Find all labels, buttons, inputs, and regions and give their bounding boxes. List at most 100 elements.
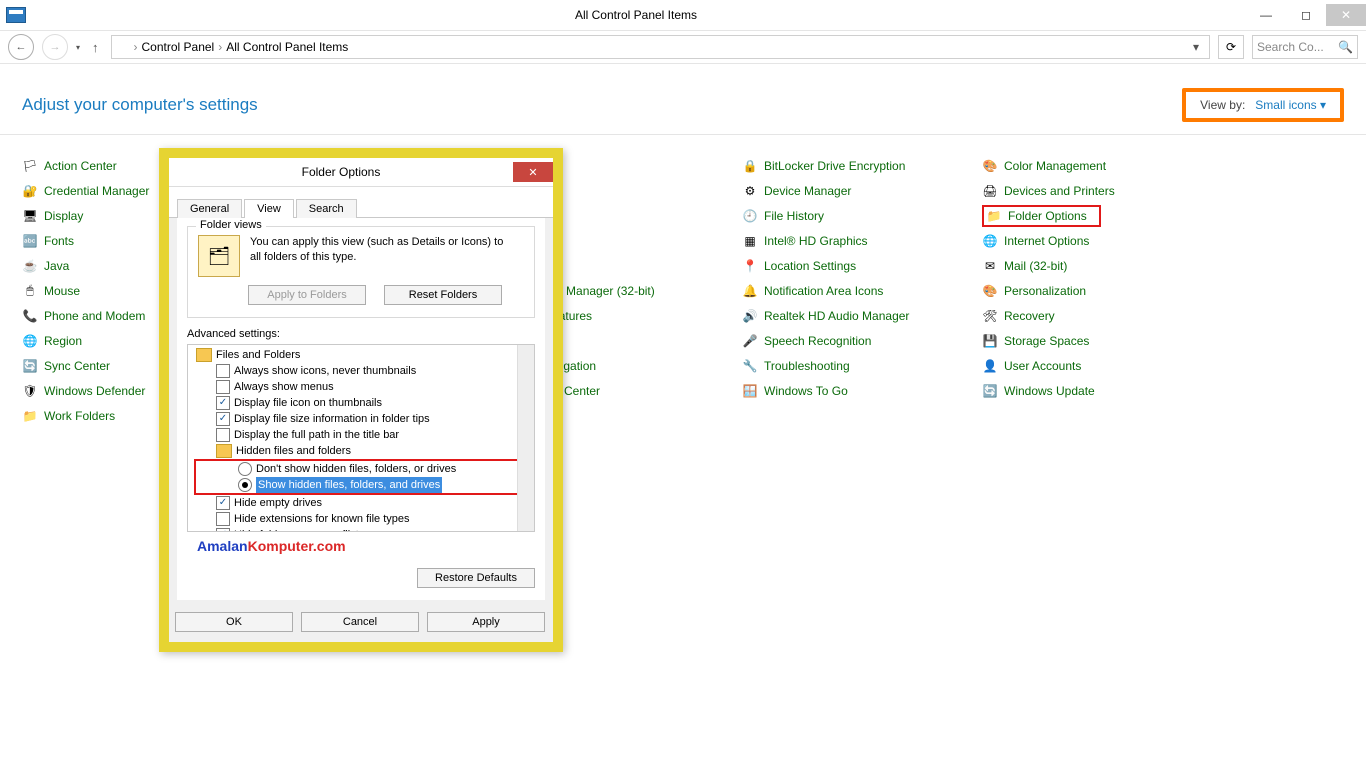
cp-link[interactable]: Troubleshooting <box>764 359 850 373</box>
tree-node-highlight[interactable]: Show hidden files, folders, and drives <box>194 477 534 495</box>
cp-item-intel-graphics[interactable]: ▦Intel® HD Graphics <box>742 228 982 253</box>
apply-to-folders-button[interactable]: Apply to Folders <box>248 285 366 305</box>
cp-item-troubleshooting[interactable]: 🔧Troubleshooting <box>742 353 982 378</box>
cp-item-folder-options[interactable]: 📁Folder Options <box>982 203 1222 228</box>
cp-link[interactable]: Device Manager <box>764 184 851 198</box>
refresh-button[interactable]: ⟳ <box>1218 35 1244 59</box>
reset-folders-button[interactable]: Reset Folders <box>384 285 502 305</box>
tab-general[interactable]: General <box>177 199 242 218</box>
cp-item-storage-spaces[interactable]: 💾Storage Spaces <box>982 328 1222 353</box>
close-button[interactable]: ✕ <box>1326 4 1366 26</box>
radio[interactable] <box>238 462 252 476</box>
cp-link[interactable]: Devices and Printers <box>1004 184 1115 198</box>
cp-link[interactable]: Windows To Go <box>764 384 848 398</box>
apply-button[interactable]: Apply <box>427 612 545 632</box>
cp-item-user-accounts[interactable]: 👤User Accounts <box>982 353 1222 378</box>
maximize-button[interactable]: ◻ <box>1286 4 1326 26</box>
up-button[interactable]: ↑ <box>88 40 103 55</box>
cp-item-realtek-audio[interactable]: 🔊Realtek HD Audio Manager <box>742 303 982 328</box>
tree-node[interactable]: Hide extensions for known file types <box>194 511 534 527</box>
tree-node[interactable]: Always show icons, never thumbnails <box>194 363 534 379</box>
cp-link[interactable]: File History <box>764 209 824 223</box>
cp-item-device-manager[interactable]: ⚙Device Manager <box>742 178 982 203</box>
address-bar[interactable]: › Control Panel › All Control Panel Item… <box>111 35 1210 59</box>
cp-item-windows-update[interactable]: 🔄Windows Update <box>982 378 1222 403</box>
cp-item-personalization[interactable]: 🎨Personalization <box>982 278 1222 303</box>
checkbox[interactable] <box>216 380 230 394</box>
tab-search[interactable]: Search <box>296 199 357 218</box>
cp-link[interactable]: Fonts <box>44 234 74 248</box>
tree-node[interactable]: Display file size information in folder … <box>194 411 534 427</box>
view-by-control[interactable]: View by: Small icons ▾ <box>1182 88 1344 122</box>
mouse-icon: 🖱 <box>22 283 38 299</box>
radio[interactable] <box>238 478 252 492</box>
checkbox[interactable] <box>216 512 230 526</box>
tree-node[interactable]: Display file icon on thumbnails <box>194 395 534 411</box>
tree-node[interactable]: Hide empty drives <box>194 495 534 511</box>
cp-link[interactable]: Credential Manager <box>44 184 149 198</box>
checkbox[interactable] <box>216 412 230 426</box>
tree-node[interactable]: Hide folder merge conflicts <box>194 527 534 532</box>
breadcrumb-root[interactable]: Control Panel <box>142 40 215 54</box>
cp-link[interactable]: BitLocker Drive Encryption <box>764 159 905 173</box>
scrollbar[interactable] <box>517 345 534 531</box>
cp-item-internet-options[interactable]: 🌐Internet Options <box>982 228 1222 253</box>
cp-link[interactable]: Speech Recognition <box>764 334 871 348</box>
cp-link[interactable]: Folder Options <box>1008 209 1087 223</box>
cp-link[interactable]: Color Management <box>1004 159 1106 173</box>
checkbox[interactable] <box>216 396 230 410</box>
checkbox[interactable] <box>216 496 230 510</box>
dialog-titlebar[interactable]: Folder Options ✕ <box>169 158 553 187</box>
forward-button[interactable]: → <box>42 34 68 60</box>
ok-button[interactable]: OK <box>175 612 293 632</box>
cp-link[interactable]: Recovery <box>1004 309 1055 323</box>
cp-item-speech[interactable]: 🎤Speech Recognition <box>742 328 982 353</box>
breadcrumb-current[interactable]: All Control Panel Items <box>226 40 348 54</box>
cp-link[interactable]: Location Settings <box>764 259 856 273</box>
cp-item-notification-icons[interactable]: 🔔Notification Area Icons <box>742 278 982 303</box>
cp-link[interactable]: Intel® HD Graphics <box>764 234 868 248</box>
cp-link[interactable]: Action Center <box>44 159 117 173</box>
checkbox[interactable] <box>216 428 230 442</box>
cp-item-devices-printers[interactable]: 🖨Devices and Printers <box>982 178 1222 203</box>
history-dropdown[interactable]: ▾ <box>76 43 80 52</box>
back-button[interactable]: ← <box>8 34 34 60</box>
cp-link[interactable]: Mail (32-bit) <box>1004 259 1067 273</box>
cp-item-bitlocker[interactable]: 🔒BitLocker Drive Encryption <box>742 153 982 178</box>
cp-item-location[interactable]: 📍Location Settings <box>742 253 982 278</box>
cp-link[interactable]: Realtek HD Audio Manager <box>764 309 909 323</box>
cp-link[interactable]: Sync Center <box>44 359 110 373</box>
cp-link[interactable]: Display <box>44 209 83 223</box>
cp-item-mail[interactable]: ✉Mail (32-bit) <box>982 253 1222 278</box>
tree-node[interactable]: Always show menus <box>194 379 534 395</box>
dialog-close-button[interactable]: ✕ <box>513 162 553 182</box>
cancel-button[interactable]: Cancel <box>301 612 419 632</box>
cp-item-color-management[interactable]: 🎨Color Management <box>982 153 1222 178</box>
cp-link[interactable]: Internet Options <box>1004 234 1089 248</box>
cp-link[interactable]: Work Folders <box>44 409 115 423</box>
cp-link[interactable]: User Accounts <box>1004 359 1081 373</box>
checkbox[interactable] <box>216 528 230 532</box>
view-by-value[interactable]: Small icons ▾ <box>1255 98 1326 112</box>
search-input[interactable]: Search Co... 🔍 <box>1252 35 1358 59</box>
cp-link[interactable]: Phone and Modem <box>44 309 145 323</box>
minimize-button[interactable]: — <box>1246 4 1286 26</box>
restore-defaults-button[interactable]: Restore Defaults <box>417 568 535 588</box>
cp-item-file-history[interactable]: 🕘File History <box>742 203 982 228</box>
cp-link[interactable]: Java <box>44 259 69 273</box>
cp-link[interactable]: Windows Update <box>1004 384 1095 398</box>
cp-link[interactable]: Notification Area Icons <box>764 284 883 298</box>
checkbox[interactable] <box>216 364 230 378</box>
address-dropdown[interactable]: ▾ <box>1187 40 1205 54</box>
cp-link[interactable]: Personalization <box>1004 284 1086 298</box>
tree-node-highlight[interactable]: Don't show hidden files, folders, or dri… <box>194 459 534 477</box>
cp-item-recovery[interactable]: 🛠Recovery <box>982 303 1222 328</box>
cp-link[interactable]: Mouse <box>44 284 80 298</box>
cp-item-windows-togo[interactable]: 🪟Windows To Go <box>742 378 982 403</box>
cp-link[interactable]: Windows Defender <box>44 384 145 398</box>
tree-node[interactable]: Display the full path in the title bar <box>194 427 534 443</box>
cp-link[interactable]: Storage Spaces <box>1004 334 1089 348</box>
cp-link[interactable]: Region <box>44 334 82 348</box>
advanced-settings-tree[interactable]: Files and Folders Always show icons, nev… <box>187 344 535 532</box>
tab-view[interactable]: View <box>244 199 294 218</box>
